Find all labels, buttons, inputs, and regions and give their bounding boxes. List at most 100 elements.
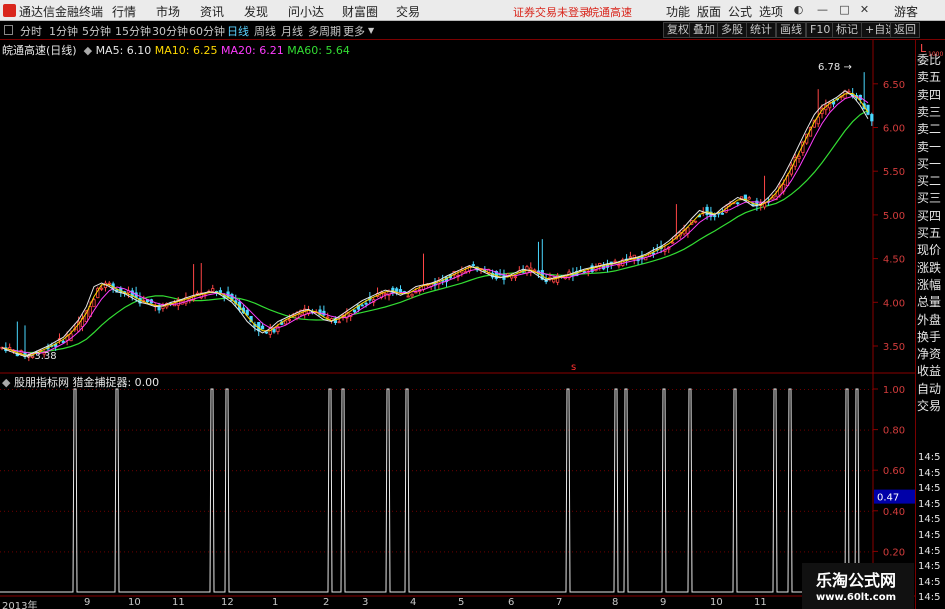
side-label: 卖二 (917, 122, 942, 137)
indicator-grid-dot (100, 551, 101, 553)
indicator-grid-dot (748, 389, 749, 390)
indicator-diamond-icon: ◆ (2, 376, 14, 389)
indicator-grid-dot (272, 389, 273, 390)
indicator-grid-dot (292, 429, 293, 431)
indicator-grid-dot (12, 470, 13, 472)
indicator-grid-dot (820, 510, 821, 512)
indicator-grid-dot (756, 470, 757, 472)
watermark-title: 乐淘公式网 (816, 571, 897, 590)
indicator-grid-dot (720, 551, 721, 553)
period-5min[interactable]: 5分钟 (82, 23, 111, 39)
indicator-grid-dot (500, 470, 501, 472)
indicator-grid-dot (836, 551, 837, 553)
trade-login-status[interactable]: 证券交易未登录 (513, 4, 590, 20)
indicator-grid-dot (192, 389, 193, 390)
indicator-grid-dot (180, 510, 181, 512)
date-tick: 4 (410, 597, 417, 608)
indicator-grid-dot (168, 470, 169, 472)
menu-layout[interactable]: 版面 (697, 3, 721, 20)
kline-chart[interactable]: 6.50 6.00 5.50 5.00 4.50 4.00 3.50 1.00 0.80 0.60… (0, 40, 915, 600)
indicator-grid-dot (800, 551, 801, 553)
statistics-button[interactable]: 统计 (746, 22, 776, 38)
menu-wealth[interactable]: 财富圈 (342, 3, 378, 20)
indicator-grid-dot (552, 470, 553, 472)
indicator-grid-dot (588, 510, 589, 512)
period-1min[interactable]: 1分钟 (49, 23, 78, 39)
indicator-grid-dot (632, 551, 633, 553)
indicator-grid-dot (60, 470, 61, 472)
diamond-icon: ◆ (80, 44, 93, 57)
indicator-grid-dot (444, 551, 445, 553)
indicator-grid-dot (152, 470, 153, 472)
period-more[interactable]: 更多 (343, 23, 365, 39)
indicator-grid-dot (4, 551, 5, 553)
period-daily[interactable]: 日线 (227, 23, 249, 39)
menu-formula[interactable]: 公式 (728, 3, 752, 20)
indicator-grid-dot (560, 551, 561, 553)
indicator-grid-dot (224, 510, 225, 512)
indicator-grid-dot (320, 551, 321, 553)
indicator-grid-dot (188, 551, 189, 553)
period-60min[interactable]: 60分钟 (189, 23, 225, 39)
indicator-grid-dot (632, 510, 633, 512)
draw-button[interactable]: 画线 (776, 22, 806, 38)
user-label[interactable]: 游客 (894, 3, 918, 20)
indicator-grid-dot (164, 510, 165, 512)
indicator-grid-dot (696, 551, 697, 553)
more-chevron-icon[interactable]: ▼ (368, 26, 374, 35)
menu-ask[interactable]: 问小达 (288, 3, 324, 20)
period-30min[interactable]: 30分钟 (152, 23, 188, 39)
indicator-grid-dot (512, 470, 513, 472)
indicator-grid-dot (420, 510, 421, 512)
menu-news[interactable]: 资讯 (200, 3, 224, 20)
menu-trade[interactable]: 交易 (396, 3, 420, 20)
indicator-grid-dot (40, 470, 41, 472)
indicator-grid-dot (456, 470, 457, 472)
menu-discover[interactable]: 发现 (244, 3, 268, 20)
back-button[interactable]: 返回 (890, 22, 920, 38)
indicator-grid-dot (368, 551, 369, 553)
indicator-grid-dot (112, 470, 113, 472)
trade-time: 14:5 (918, 561, 941, 573)
menu-market[interactable]: 市场 (156, 3, 180, 20)
indicator-grid-dot (304, 429, 305, 431)
menu-function[interactable]: 功能 (666, 3, 690, 20)
maximize-icon[interactable]: □ (837, 2, 852, 17)
overlay-button[interactable]: 叠加 (689, 22, 719, 38)
period-multi[interactable]: 多周期 (308, 23, 341, 39)
f10-button[interactable]: F10 (806, 22, 835, 38)
menu-options[interactable]: 选项 (759, 3, 783, 20)
indicator-grid-dot (28, 429, 29, 431)
indicator-grid-dot (676, 389, 677, 390)
indicator-grid-dot (584, 429, 585, 431)
indicator-grid-dot (616, 470, 617, 472)
multi-stock-button[interactable]: 多股 (717, 22, 747, 38)
indicator-grid-dot (760, 470, 761, 472)
period-15min[interactable]: 15分钟 (115, 23, 151, 39)
indicator-grid-dot (0, 510, 1, 512)
indicator-grid-dot (360, 510, 361, 512)
minimize-icon[interactable]: — (815, 2, 830, 17)
period-monthly[interactable]: 月线 (281, 23, 303, 39)
indicator-grid-dot (352, 429, 353, 431)
period-intraday[interactable]: 分时 (20, 23, 42, 39)
side-label: 买五 (917, 226, 942, 240)
indicator-grid-dot (856, 510, 857, 512)
indicator-grid-dot (824, 551, 825, 553)
indicator-grid-dot (864, 389, 865, 390)
mark-button[interactable]: 标记 (832, 22, 862, 38)
indicator-grid-dot (172, 429, 173, 431)
indicator-grid-dot (264, 510, 265, 512)
indicator-grid-dot (644, 389, 645, 390)
indicator-grid-dot (232, 389, 233, 390)
skin-icon[interactable]: ◐ (791, 2, 806, 17)
menu-quotes[interactable]: 行情 (112, 3, 136, 20)
indicator-grid-dot (784, 551, 785, 553)
close-icon[interactable]: ✕ (857, 2, 872, 17)
period-weekly[interactable]: 周线 (254, 23, 276, 39)
indicator-grid-dot (764, 429, 765, 431)
indicator-grid-dot (136, 470, 137, 472)
indicator-grid-dot (196, 551, 197, 553)
toolbar-collapse-icon[interactable] (4, 25, 13, 35)
indicator-grid-dot (868, 389, 869, 390)
